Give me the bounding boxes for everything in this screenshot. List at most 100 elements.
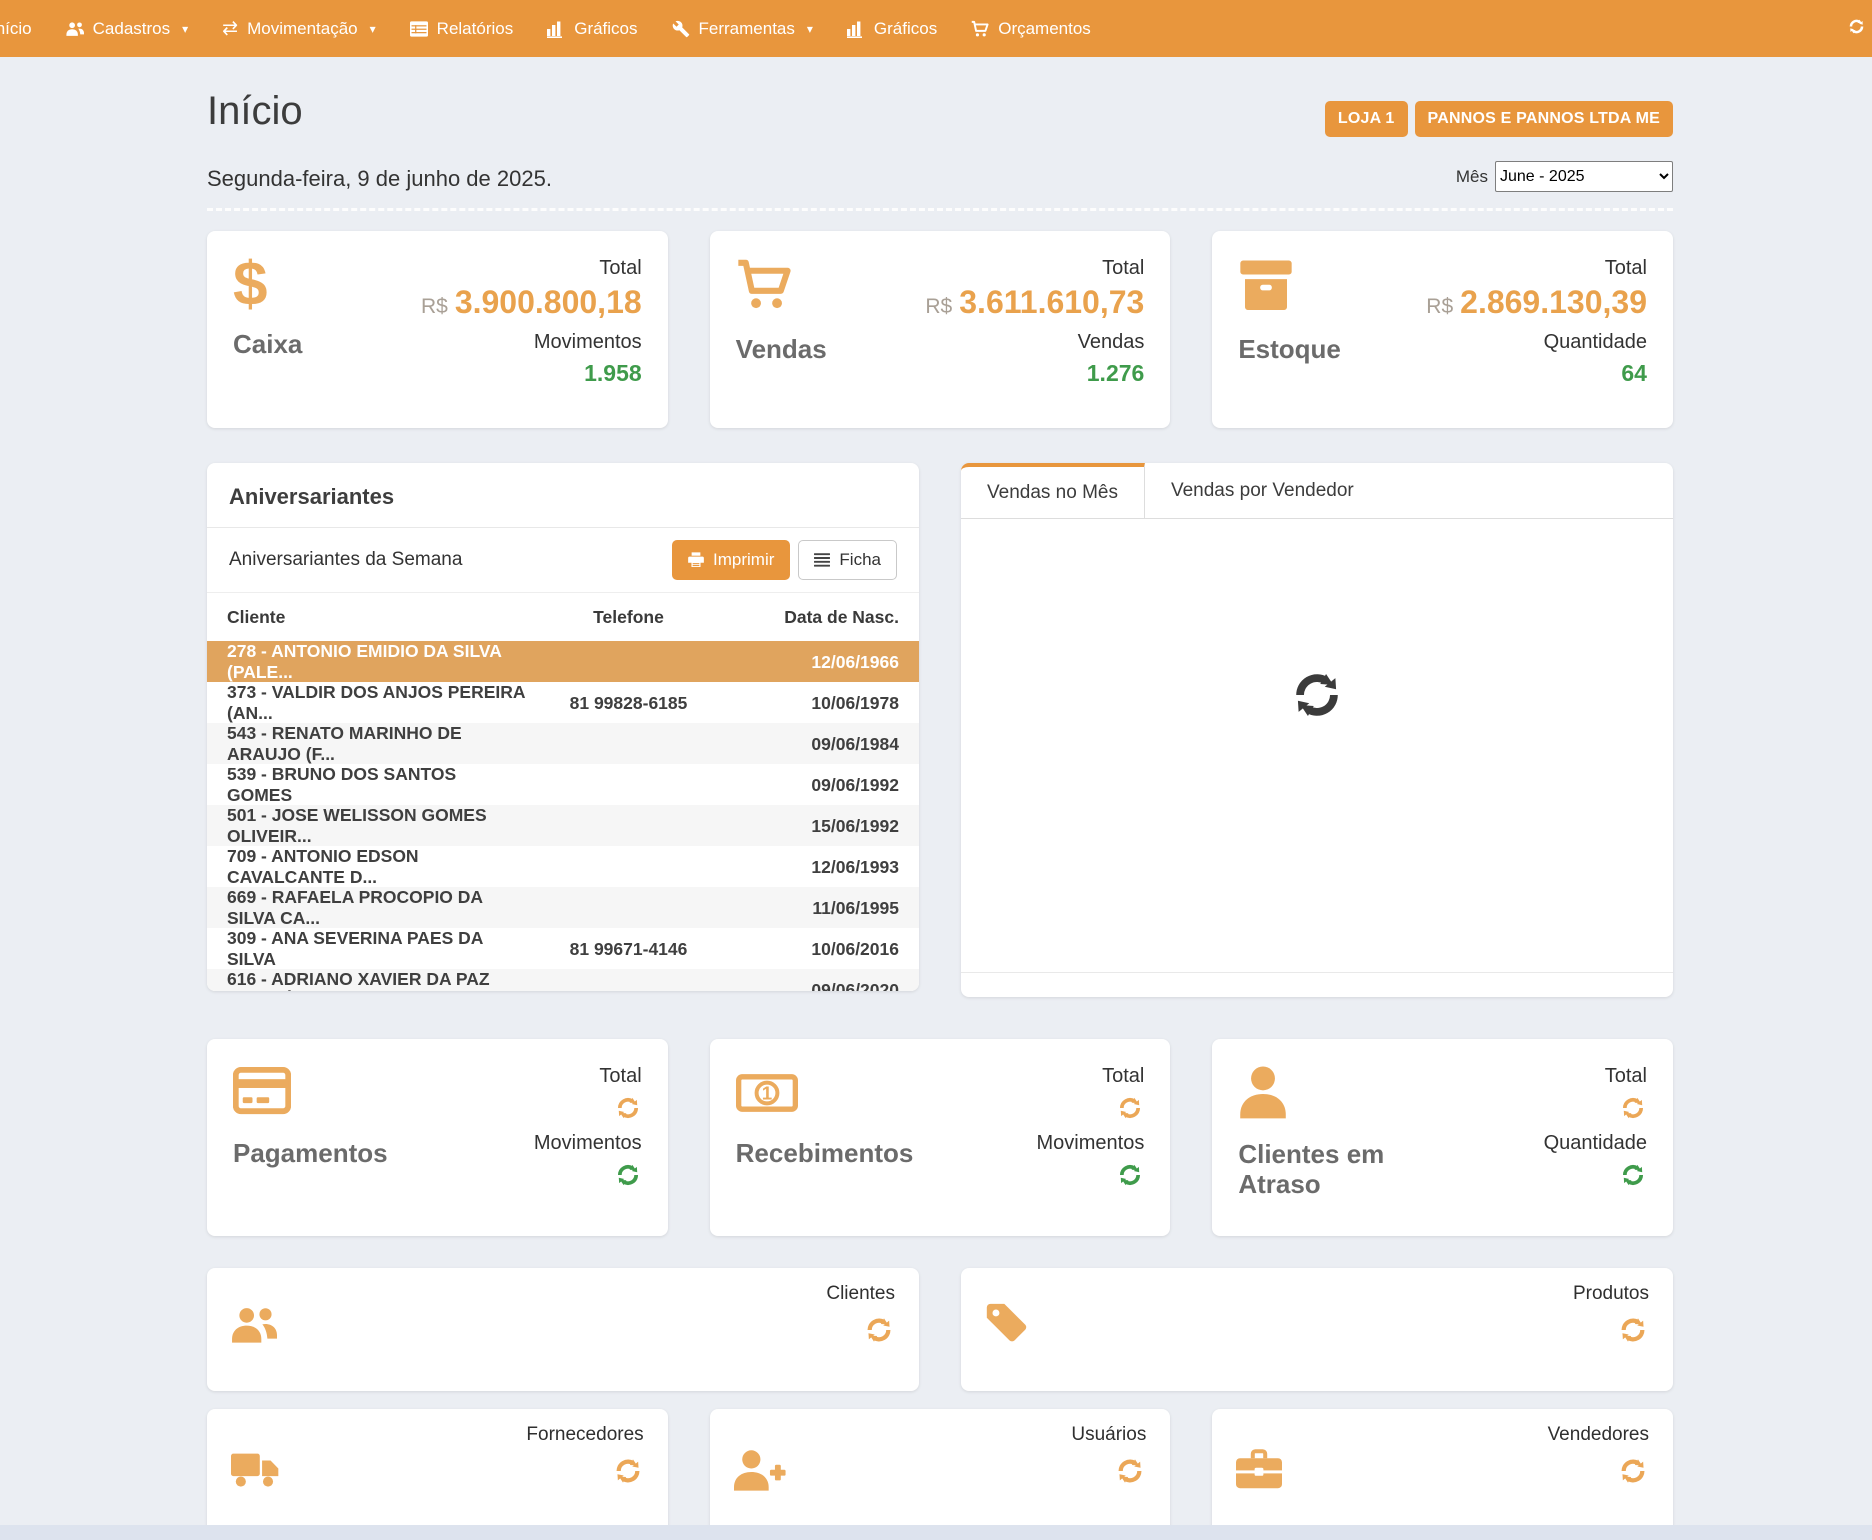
cell-data: 12/06/1993	[731, 857, 899, 878]
nav-item-label: Movimentação	[247, 19, 358, 39]
metric-value: R$3.900.800,18	[421, 284, 642, 321]
table-row[interactable]: 616 - ADRIANO XAVIER DA PAZ (BALAÚ) 09/0…	[207, 969, 919, 991]
nav-item-inicio[interactable]: Início	[0, 0, 49, 57]
footer-strip	[0, 1525, 1872, 1540]
amount: 2.869.130,39	[1460, 284, 1647, 320]
column-header: Cliente	[227, 607, 526, 628]
refresh-icon	[1619, 1161, 1647, 1189]
printer-icon	[688, 552, 704, 568]
user-plus-icon	[734, 1449, 786, 1491]
wrench-icon	[672, 20, 690, 38]
metric-label: Total	[599, 257, 641, 280]
currency-label: R$	[925, 295, 952, 318]
summary-card-vendas: Vendas Total R$3.611.610,73 Vendas 1.276	[710, 231, 1171, 428]
cell-cliente: 501 - JOSE WELISSON GOMES OLIVEIR...	[227, 805, 526, 847]
table-row[interactable]: 539 - BRUNO DOS SANTOS GOMES 09/06/1992	[207, 764, 919, 805]
table-row[interactable]: 501 - JOSE WELISSON GOMES OLIVEIR... 15/…	[207, 805, 919, 846]
table-row[interactable]: 543 - RENATO MARINHO DE ARAUJO (F... 09/…	[207, 723, 919, 764]
card-clientes[interactable]: Clientes	[207, 1268, 919, 1391]
nav-item-graficos-2[interactable]: Gráficos	[830, 0, 954, 57]
birthdays-table: 278 - ANTONIO EMIDIO DA SILVA (PALE... 1…	[207, 641, 919, 991]
money-bill-icon	[736, 1073, 798, 1113]
metric-label: Total	[599, 1065, 641, 1088]
shopping-cart-icon	[971, 20, 989, 38]
cell-telefone: 81 99828-6185	[526, 693, 731, 714]
loading-spinner	[1288, 666, 1346, 729]
nav-refresh-button[interactable]	[1847, 17, 1866, 41]
refresh-icon	[1847, 17, 1866, 36]
month-select[interactable]: June - 2025	[1495, 161, 1673, 192]
metric-label: Total	[1102, 1065, 1144, 1088]
table-row[interactable]: 278 - ANTONIO EMIDIO DA SILVA (PALE... 1…	[207, 641, 919, 682]
column-header: Data de Nasc.	[731, 607, 899, 628]
column-header: Telefone	[526, 607, 731, 628]
tab-vendas-no-mes[interactable]: Vendas no Mês	[961, 463, 1145, 518]
cell-data: 09/06/1992	[731, 775, 899, 796]
nav-item-label: Cadastros	[93, 19, 170, 39]
nav-item-movimentacao[interactable]: ⇄ Movimentação	[205, 0, 393, 57]
metric-count: 64	[1621, 360, 1647, 387]
refresh-icon	[1619, 1094, 1647, 1122]
refresh-icon	[863, 1314, 895, 1346]
metric-label: Vendas	[1078, 331, 1145, 354]
card-title: Vendedores	[1548, 1424, 1649, 1446]
metric-label: Total	[1605, 1065, 1647, 1088]
tag-icon	[985, 1302, 1027, 1344]
company-badge[interactable]: PANNOS E PANNOS LTDA ME	[1415, 101, 1673, 137]
card-fornecedores[interactable]: Fornecedores	[207, 1409, 668, 1534]
nav-item-cadastros[interactable]: Cadastros	[49, 0, 206, 57]
currency-label: R$	[1426, 295, 1453, 318]
store-badges: LOJA 1 PANNOS E PANNOS LTDA ME	[1325, 101, 1673, 137]
refresh-icon	[1617, 1314, 1649, 1346]
button-label: Imprimir	[713, 550, 774, 570]
metric-label: Total	[1605, 257, 1647, 280]
cell-cliente: 543 - RENATO MARINHO DE ARAUJO (F...	[227, 723, 526, 765]
card-title: Produtos	[1573, 1283, 1649, 1305]
table-row[interactable]: 669 - RAFAELA PROCOPIO DA SILVA CA... 11…	[207, 887, 919, 928]
person-icon	[1238, 1065, 1288, 1119]
tab-label: Vendas no Mês	[987, 482, 1118, 504]
card-clientes-em-atraso: Clientes em Atraso Total Quantidade	[1212, 1039, 1673, 1236]
cell-cliente: 669 - RAFAELA PROCOPIO DA SILVA CA...	[227, 887, 526, 929]
users-group-icon	[231, 1302, 277, 1348]
store-badge[interactable]: LOJA 1	[1325, 101, 1408, 137]
nav-item-graficos-1[interactable]: Gráficos	[530, 0, 654, 57]
page-title: Início	[207, 89, 303, 134]
truck-icon	[231, 1449, 279, 1489]
card-produtos[interactable]: Produtos	[961, 1268, 1673, 1391]
card-usuarios[interactable]: Usuários	[710, 1409, 1171, 1534]
archive-box-icon	[1238, 257, 1294, 313]
button-label: Ficha	[839, 550, 881, 570]
list-icon	[814, 552, 830, 568]
nav-item-ferramentas[interactable]: Ferramentas	[655, 0, 830, 57]
metric-label: Movimentos	[534, 331, 642, 354]
metric-label: Movimentos	[534, 1132, 642, 1155]
ficha-button[interactable]: Ficha	[798, 540, 897, 580]
panel-title: Aniversariantes	[207, 463, 919, 528]
currency-label: R$	[421, 295, 448, 318]
credit-card-icon	[233, 1065, 291, 1117]
nav-item-label: Relatórios	[437, 19, 514, 39]
table-row[interactable]: 709 - ANTONIO EDSON CAVALCANTE D... 12/0…	[207, 846, 919, 887]
cell-cliente: 278 - ANTONIO EMIDIO DA SILVA (PALE...	[227, 641, 526, 683]
nav-item-label: Gráficos	[574, 19, 637, 39]
card-title: Fornecedores	[526, 1424, 643, 1446]
refresh-icon	[614, 1094, 642, 1122]
card-title: Clientes	[826, 1283, 895, 1305]
nav-item-relatorios[interactable]: Relatórios	[393, 0, 531, 57]
refresh-icon	[1116, 1094, 1144, 1122]
tab-vendas-por-vendedor[interactable]: Vendas por Vendedor	[1145, 463, 1380, 518]
cell-cliente: 616 - ADRIANO XAVIER DA PAZ (BALAÚ)	[227, 969, 526, 991]
card-vendedores[interactable]: Vendedores	[1212, 1409, 1673, 1534]
tab-label: Vendas por Vendedor	[1171, 480, 1354, 502]
card-recebimentos: Recebimentos Total Movimentos	[710, 1039, 1171, 1236]
nav-item-orcamentos[interactable]: Orçamentos	[954, 0, 1108, 57]
print-button[interactable]: Imprimir	[672, 540, 790, 580]
refresh-icon	[1617, 1455, 1649, 1487]
table-row[interactable]: 373 - VALDIR DOS ANJOS PEREIRA (AN... 81…	[207, 682, 919, 723]
cell-data: 12/06/1966	[731, 652, 899, 673]
refresh-icon	[1114, 1455, 1146, 1487]
metric-label: Quantidade	[1544, 1132, 1647, 1155]
table-row[interactable]: 309 - ANA SEVERINA PAES DA SILVA 81 9967…	[207, 928, 919, 969]
metric-label: Total	[1102, 257, 1144, 280]
